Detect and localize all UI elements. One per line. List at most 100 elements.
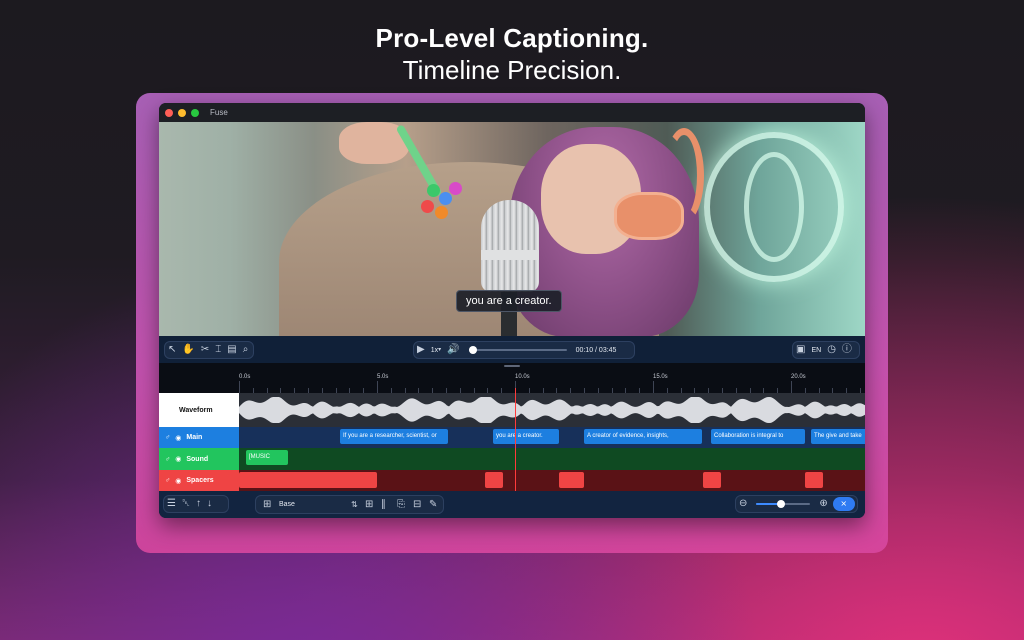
image-icon[interactable]: ▣ [796,345,805,355]
time-ruler[interactable]: 0.0s 5.0s 10.0s 15.0s 20.0s [239,363,865,393]
zoom-window-button[interactable] [191,108,199,117]
eye-icon[interactable]: ◉ [175,434,181,442]
layers-icon[interactable]: ☰ [167,499,176,509]
caption-clip[interactable]: A creator of evidence, insights, [584,429,702,444]
playback-scrubber[interactable] [468,346,567,354]
microphone-band-image [481,250,539,260]
spacers-track-label[interactable]: ♂ ◉ Spacers [159,470,239,491]
view-tools-group: ▣ EN ◷ ⓘ [792,341,860,359]
scissors-icon[interactable]: ✂ [201,345,209,355]
sound-track: ♂ ◉ Sound [MUSIC [159,448,865,470]
scrubber-knob[interactable] [469,346,478,354]
caption-clip[interactable]: you are a creator. [493,429,559,444]
edit-tools-group: ↖ ✋ ✂ ⌶ ▤ ⌕ [164,341,254,359]
microphone-image [481,200,539,292]
tick-label: 10.0s [515,374,530,380]
export-icon[interactable]: ⨯ [832,497,855,511]
playback-controls: ▶ 1x ▾ 🔊 00:10 / 03:45 [413,341,635,359]
close-window-button[interactable] [165,108,173,117]
hand-icon[interactable]: ✋ [182,345,194,355]
spacers-track-lane[interactable] [239,470,865,491]
arrow-up-icon[interactable]: ↑ [196,499,201,509]
sound-track-label[interactable]: ♂ ◉ Sound [159,448,239,470]
main-track-label[interactable]: ♂ ◉ Main [159,427,239,448]
ruler-tick [377,381,378,393]
caption-overlay[interactable]: you are a creator. [456,290,562,312]
toy-ball-image [427,184,440,197]
bottom-toolbar: ☰ ␡ ↑ ↓ ⊞ Base ⇅ ⊞ ∥ ⎘ ⊟ ✎ ⊖ ⊕ ⨯ [159,491,865,518]
timeline[interactable]: 0.0s 5.0s 10.0s 15.0s 20.0s Waveform ♂ ◉… [159,363,865,491]
waveform-display[interactable] [239,393,865,427]
zoom-out-icon[interactable]: ⊖ [739,499,747,509]
spacer-clip[interactable] [485,472,503,488]
merge-icon[interactable]: ⊟ [413,500,421,510]
search-icon[interactable]: ⌕ [243,345,249,355]
panel-resize-handle[interactable] [504,365,520,367]
caption-clip[interactable]: If you are a researcher, scientist, or [340,429,448,444]
ruler-spacer [159,363,239,393]
link-icon[interactable]: ♂ [165,456,170,463]
chevron-updown-icon[interactable]: ⇅ [351,500,358,510]
zoom-group: ⊖ ⊕ ⨯ [735,495,858,513]
waveform-track: Waveform [159,393,865,427]
caption-clip[interactable]: The give and take [811,429,865,444]
help-icon[interactable]: ⓘ [842,345,852,355]
language-button[interactable]: EN [811,347,821,354]
add-caption-icon[interactable]: ⊞ [263,500,271,510]
pointer-icon[interactable]: ↖ [168,345,176,355]
zoom-in-icon[interactable]: ⊕ [819,499,827,509]
waveform-path [239,397,865,423]
link-icon[interactable]: ♂ [165,434,170,441]
track-select-value: Base [279,501,295,508]
eye-icon[interactable]: ◉ [175,455,181,463]
app-window: Fuse you are a creator. ↖ ✋ ✂ ⌶ ▤ ⌕ ▶ 1x… [159,103,865,518]
insert-icon[interactable]: ⊞ [365,500,373,510]
zoom-knob[interactable] [776,500,785,508]
minimize-window-button[interactable] [178,108,186,117]
eye-icon[interactable]: ◉ [175,477,181,485]
zoom-slider[interactable] [756,500,811,508]
main-track-lane[interactable]: If you are a researcher, scientist, or y… [239,427,865,448]
spacer-clip[interactable] [805,472,823,488]
spacer-clip[interactable] [239,472,377,488]
speed-select[interactable]: 1x [431,347,438,354]
caption-clip[interactable]: Collaboration is integral to [711,429,805,444]
split-icon[interactable]: ∥ [381,500,386,510]
play-icon[interactable]: ▶ [417,345,425,355]
time-display: 00:10 / 03:45 [575,346,617,354]
track-actions-group: ☰ ␡ ↑ ↓ [163,495,229,513]
headline-title: Pro-Level Captioning. [375,23,649,53]
clock-icon[interactable]: ◷ [827,345,836,355]
track-style-select[interactable]: ⊞ Base ⇅ ⊞ ∥ ⎘ ⊟ ✎ [255,495,444,514]
sound-track-lane[interactable]: [MUSIC [239,448,865,470]
speaker-icon[interactable]: 🔊 [447,345,459,355]
ruler-tick [791,381,792,393]
spacer-clip[interactable] [559,472,584,488]
tick-label: 15.0s [653,374,668,380]
text-cursor-icon[interactable]: ⌶ [215,345,221,355]
tick-label: 20.0s [791,374,806,380]
toy-ball-image [435,206,448,219]
video-preview[interactable]: you are a creator. [159,122,865,336]
trash-icon[interactable]: ␡ [182,499,190,509]
spacer-clip[interactable] [703,472,721,488]
ruler-tick [239,381,240,393]
clipboard-icon[interactable]: ▤ [227,345,236,355]
spacers-track: ♂ ◉ Spacers [159,470,865,491]
waveform-graphic [239,397,865,423]
toy-ball-image [421,200,434,213]
tick-label: 5.0s [377,374,389,380]
tick-label: 0.0s [239,374,251,380]
toy-ball-image [439,192,452,205]
waveform-track-label: Waveform [159,393,239,427]
toy-ball-image [449,182,462,195]
pencil-icon[interactable]: ✎ [429,500,437,510]
chevron-down-icon[interactable]: ▾ [438,345,441,355]
headphone-image [614,192,684,240]
copy-icon[interactable]: ⎘ [397,500,405,510]
playhead[interactable] [515,388,516,491]
link-icon[interactable]: ♂ [165,477,170,484]
arrow-down-icon[interactable]: ↓ [207,499,212,509]
sound-clip[interactable]: [MUSIC [246,450,288,465]
headline-subtitle: Timeline Precision. [402,55,622,85]
